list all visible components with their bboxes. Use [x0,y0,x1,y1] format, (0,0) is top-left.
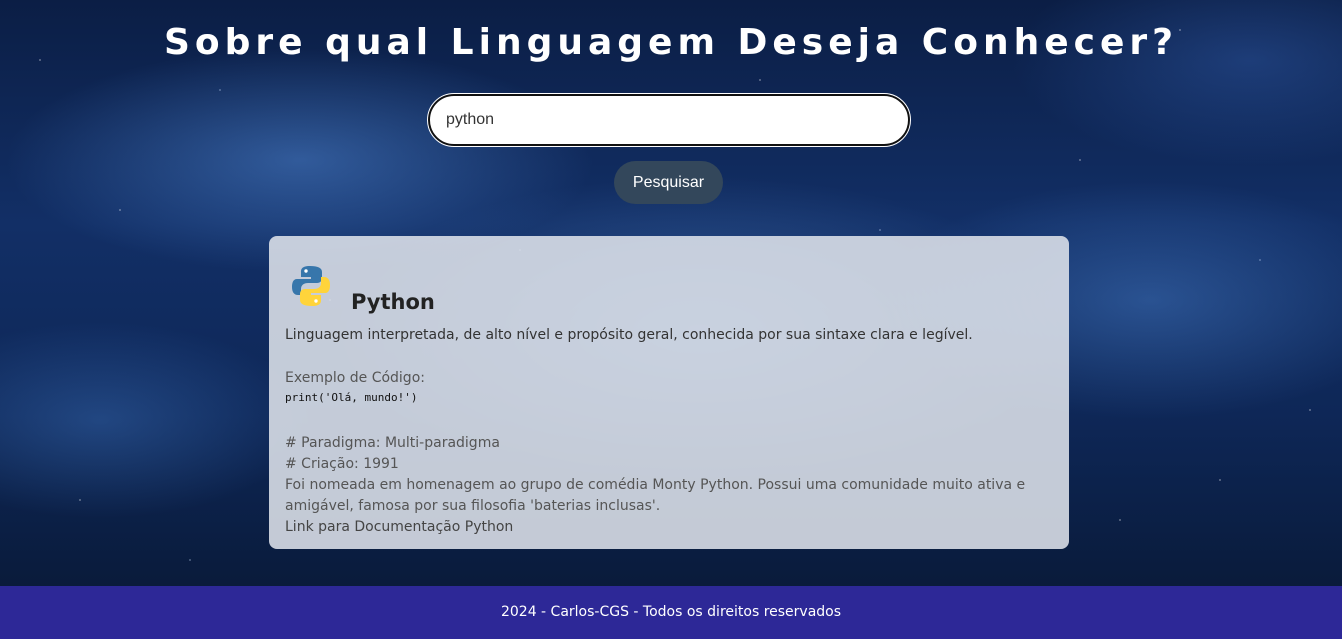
result-header: Python [285,250,1053,314]
language-name: Python [351,290,435,314]
page-title: Sobre qual Linguagem Deseja Conhecer? [163,22,1179,63]
code-example-label: Exemplo de Código: [285,370,425,386]
footer-text: 2024 - Carlos-CGS - Todos os direitos re… [500,604,842,620]
search-input[interactable] [427,93,911,147]
code-example: print('Olá, mundo!') [285,391,418,404]
paradigm-text: # Paradigma: Multi-paradigma [285,435,500,451]
footer: 2024 - Carlos-CGS - Todos os direitos re… [0,586,1342,639]
language-description: Linguagem interpretada, de alto nível e … [285,327,973,343]
result-card: Python Linguagem interpretada, de alto n… [269,236,1069,549]
trivia-text: Foi nomeada em homenagem ao grupo de com… [285,477,1026,514]
language-meta: # Paradigma: Multi-paradigma # Criação: … [285,433,1053,538]
python-logo-icon [292,266,330,306]
search-button[interactable]: Pesquisar [614,161,723,204]
creation-text: # Criação: 1991 [285,456,399,472]
documentation-link[interactable]: Link para Documentação Python [285,517,1053,538]
